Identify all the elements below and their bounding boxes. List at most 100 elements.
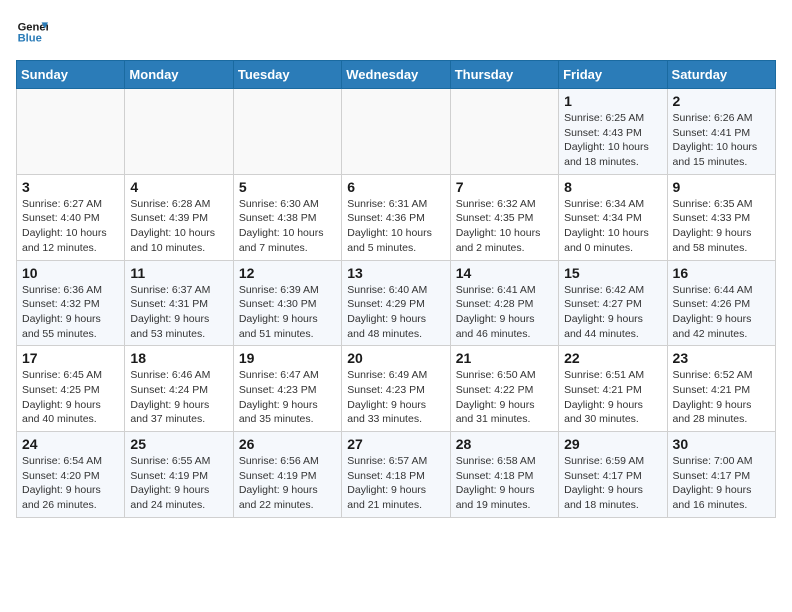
day-cell: 9Sunrise: 6:35 AM Sunset: 4:33 PM Daylig… xyxy=(667,174,775,260)
day-info: Sunrise: 7:00 AM Sunset: 4:17 PM Dayligh… xyxy=(673,454,770,513)
day-number: 25 xyxy=(130,436,227,452)
col-header-monday: Monday xyxy=(125,61,233,89)
day-cell: 12 Sunrise: 6:39 AM Sunset: 4:30 PM Dayli… xyxy=(233,260,341,346)
day-info: Sunrise: 6:52 AM Sunset: 4:21 PM Dayligh… xyxy=(673,368,770,427)
day-number: 24 xyxy=(22,436,119,452)
day-cell: 3 Sunrise: 6:27 AM Sunset: 4:40 PM Daylig… xyxy=(17,174,125,260)
day-number: 2 xyxy=(673,93,770,109)
col-header-tuesday: Tuesday xyxy=(233,61,341,89)
day-cell: 30 Sunrise: 7:00 AM Sunset: 4:17 PM Dayli… xyxy=(667,432,775,518)
week-row-5: 24Sunrise: 6:54 AM Sunset: 4:20 PM Dayli… xyxy=(17,432,776,518)
week-row-2: 3 Sunrise: 6:27 AM Sunset: 4:40 PM Daylig… xyxy=(17,174,776,260)
header-row: SundayMondayTuesdayWednesdayThursdayFrid… xyxy=(17,61,776,89)
day-info: Sunrise: 6:40 AM Sunset: 4:29 PM Dayligh… xyxy=(347,283,444,342)
day-cell: 1 Sunrise: 6:25 AM Sunset: 4:43 PM Daylig… xyxy=(559,89,667,175)
day-number: 4 xyxy=(130,179,227,195)
day-info: Sunrise: 6:37 AM Sunset: 4:31 PM Dayligh… xyxy=(130,283,227,342)
day-info: Sunrise: 6:57 AM Sunset: 4:18 PM Dayligh… xyxy=(347,454,444,513)
day-number: 16 xyxy=(673,265,770,281)
day-cell: 17 Sunrise: 6:45 AM Sunset: 4:25 PM Dayli… xyxy=(17,346,125,432)
day-cell: 10 Sunrise: 6:36 AM Sunset: 4:32 PM Dayli… xyxy=(17,260,125,346)
day-info: Sunrise: 6:45 AM Sunset: 4:25 PM Dayligh… xyxy=(22,368,119,427)
day-cell xyxy=(125,89,233,175)
day-cell: 16 Sunrise: 6:44 AM Sunset: 4:26 PM Dayli… xyxy=(667,260,775,346)
day-cell: 29 Sunrise: 6:59 AM Sunset: 4:17 PM Dayli… xyxy=(559,432,667,518)
col-header-thursday: Thursday xyxy=(450,61,558,89)
day-cell: 13 Sunrise: 6:40 AM Sunset: 4:29 PM Dayli… xyxy=(342,260,450,346)
day-info: Sunrise: 6:55 AM Sunset: 4:19 PM Dayligh… xyxy=(130,454,227,513)
day-number: 19 xyxy=(239,350,336,366)
day-number: 22 xyxy=(564,350,661,366)
day-cell xyxy=(450,89,558,175)
day-number: 6 xyxy=(347,179,444,195)
day-number: 11 xyxy=(130,265,227,281)
day-info: Sunrise: 6:44 AM Sunset: 4:26 PM Dayligh… xyxy=(673,283,770,342)
day-number: 9 xyxy=(673,179,770,195)
day-info: Sunrise: 6:58 AM Sunset: 4:18 PM Dayligh… xyxy=(456,454,553,513)
col-header-wednesday: Wednesday xyxy=(342,61,450,89)
day-number: 18 xyxy=(130,350,227,366)
day-number: 29 xyxy=(564,436,661,452)
day-cell: 22 Sunrise: 6:51 AM Sunset: 4:21 PM Dayli… xyxy=(559,346,667,432)
day-number: 28 xyxy=(456,436,553,452)
day-cell: 26 Sunrise: 6:56 AM Sunset: 4:19 PM Dayli… xyxy=(233,432,341,518)
day-number: 27 xyxy=(347,436,444,452)
day-number: 14 xyxy=(456,265,553,281)
day-info: Sunrise: 6:34 AM Sunset: 4:34 PM Dayligh… xyxy=(564,197,661,256)
day-cell: 6 Sunrise: 6:31 AM Sunset: 4:36 PM Daylig… xyxy=(342,174,450,260)
day-cell: 28 Sunrise: 6:58 AM Sunset: 4:18 PM Dayli… xyxy=(450,432,558,518)
day-cell xyxy=(233,89,341,175)
day-info: Sunrise: 6:30 AM Sunset: 4:38 PM Dayligh… xyxy=(239,197,336,256)
day-cell: 15 Sunrise: 6:42 AM Sunset: 4:27 PM Dayli… xyxy=(559,260,667,346)
day-info: Sunrise: 6:31 AM Sunset: 4:36 PM Dayligh… xyxy=(347,197,444,256)
day-cell: 2 Sunrise: 6:26 AM Sunset: 4:41 PM Daylig… xyxy=(667,89,775,175)
day-number: 7 xyxy=(456,179,553,195)
col-header-saturday: Saturday xyxy=(667,61,775,89)
day-cell xyxy=(17,89,125,175)
day-info: Sunrise: 6:51 AM Sunset: 4:21 PM Dayligh… xyxy=(564,368,661,427)
day-number: 15 xyxy=(564,265,661,281)
day-info: Sunrise: 6:36 AM Sunset: 4:32 PM Dayligh… xyxy=(22,283,119,342)
day-cell: 11 Sunrise: 6:37 AM Sunset: 4:31 PM Dayli… xyxy=(125,260,233,346)
day-info: Sunrise: 6:39 AM Sunset: 4:30 PM Dayligh… xyxy=(239,283,336,342)
day-info: Sunrise: 6:27 AM Sunset: 4:40 PM Dayligh… xyxy=(22,197,119,256)
svg-text:Blue: Blue xyxy=(18,33,42,45)
day-number: 20 xyxy=(347,350,444,366)
col-header-friday: Friday xyxy=(559,61,667,89)
day-cell: 20 Sunrise: 6:49 AM Sunset: 4:23 PM Dayli… xyxy=(342,346,450,432)
header: General Blue xyxy=(16,16,776,48)
day-cell: 5Sunrise: 6:30 AM Sunset: 4:38 PM Daylig… xyxy=(233,174,341,260)
col-header-sunday: Sunday xyxy=(17,61,125,89)
day-number: 23 xyxy=(673,350,770,366)
day-cell: 25 Sunrise: 6:55 AM Sunset: 4:19 PM Dayli… xyxy=(125,432,233,518)
day-cell: 8 Sunrise: 6:34 AM Sunset: 4:34 PM Daylig… xyxy=(559,174,667,260)
day-number: 12 xyxy=(239,265,336,281)
day-number: 17 xyxy=(22,350,119,366)
day-info: Sunrise: 6:32 AM Sunset: 4:35 PM Dayligh… xyxy=(456,197,553,256)
day-cell: 21Sunrise: 6:50 AM Sunset: 4:22 PM Dayli… xyxy=(450,346,558,432)
day-info: Sunrise: 6:56 AM Sunset: 4:19 PM Dayligh… xyxy=(239,454,336,513)
day-number: 8 xyxy=(564,179,661,195)
day-number: 13 xyxy=(347,265,444,281)
day-cell: 14 Sunrise: 6:41 AM Sunset: 4:28 PM Dayli… xyxy=(450,260,558,346)
day-info: Sunrise: 6:47 AM Sunset: 4:23 PM Dayligh… xyxy=(239,368,336,427)
day-number: 26 xyxy=(239,436,336,452)
day-info: Sunrise: 6:28 AM Sunset: 4:39 PM Dayligh… xyxy=(130,197,227,256)
day-cell: 4 Sunrise: 6:28 AM Sunset: 4:39 PM Daylig… xyxy=(125,174,233,260)
day-info: Sunrise: 6:42 AM Sunset: 4:27 PM Dayligh… xyxy=(564,283,661,342)
day-cell: 24Sunrise: 6:54 AM Sunset: 4:20 PM Dayli… xyxy=(17,432,125,518)
day-info: Sunrise: 6:41 AM Sunset: 4:28 PM Dayligh… xyxy=(456,283,553,342)
day-number: 21 xyxy=(456,350,553,366)
day-info: Sunrise: 6:59 AM Sunset: 4:17 PM Dayligh… xyxy=(564,454,661,513)
calendar-table: SundayMondayTuesdayWednesdayThursdayFrid… xyxy=(16,60,776,518)
day-cell: 7 Sunrise: 6:32 AM Sunset: 4:35 PM Daylig… xyxy=(450,174,558,260)
day-info: Sunrise: 6:46 AM Sunset: 4:24 PM Dayligh… xyxy=(130,368,227,427)
day-number: 1 xyxy=(564,93,661,109)
day-number: 10 xyxy=(22,265,119,281)
day-info: Sunrise: 6:26 AM Sunset: 4:41 PM Dayligh… xyxy=(673,111,770,170)
day-info: Sunrise: 6:49 AM Sunset: 4:23 PM Dayligh… xyxy=(347,368,444,427)
day-number: 3 xyxy=(22,179,119,195)
day-number: 30 xyxy=(673,436,770,452)
day-cell: 23 Sunrise: 6:52 AM Sunset: 4:21 PM Dayli… xyxy=(667,346,775,432)
day-info: Sunrise: 6:25 AM Sunset: 4:43 PM Dayligh… xyxy=(564,111,661,170)
